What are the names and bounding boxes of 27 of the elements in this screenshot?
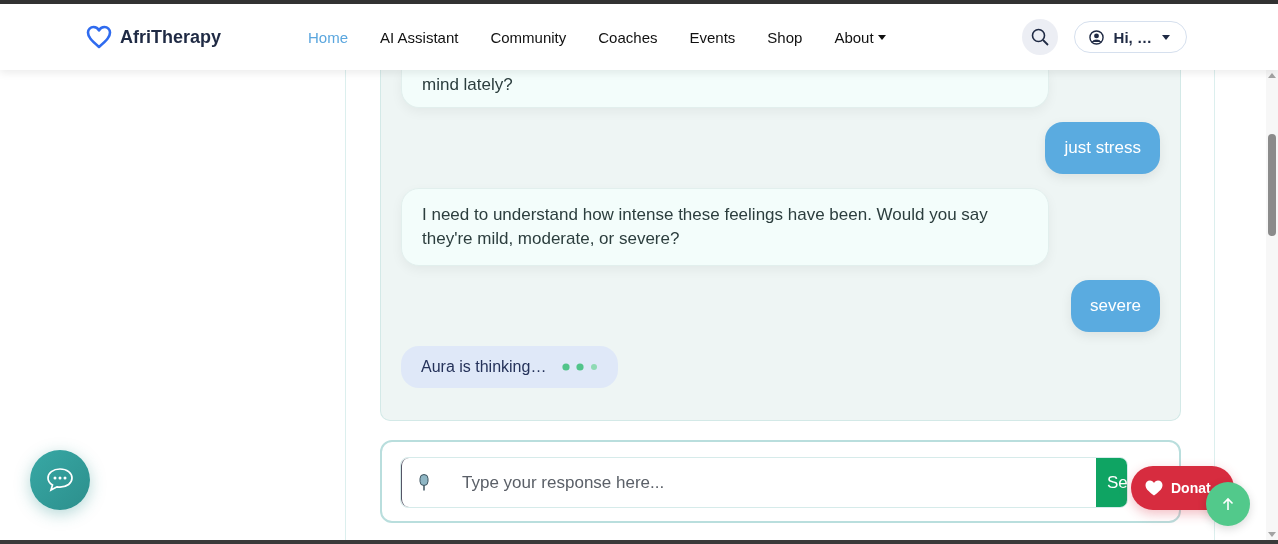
caret-icon [1161,34,1170,40]
heart-icon [1145,480,1163,496]
nav-link[interactable]: Events [689,28,736,46]
scroll-down-arrow-icon[interactable] [1268,532,1276,537]
chat-bubble-icon [46,467,74,493]
user-message: just stress [1045,122,1160,174]
nav-link[interactable]: Community [490,28,567,46]
search-button[interactable] [1021,19,1058,55]
nav-link[interactable]: Coaches [598,28,658,46]
user-icon [1088,29,1104,45]
scroll-up-arrow-icon[interactable] [1268,73,1276,78]
nav-link[interactable]: About [834,28,886,46]
typing-dots-icon [562,363,599,371]
assistant-message: mind lately? [401,70,1049,108]
search-icon [1030,28,1049,46]
typing-text: Aura is thinking… [421,358,547,376]
nav-link[interactable]: Shop [767,28,803,46]
caret-icon [877,34,886,40]
scrollbar-thumb[interactable] [1268,134,1276,236]
microphone-icon [418,474,430,491]
assistant-message: I need to understand how intense these feelings have been. Would you say they're mild, moderate, or severe? [401,188,1049,266]
heart-icon [86,25,112,49]
chat-button[interactable] [30,450,90,510]
arrow-up-icon [1222,497,1234,511]
user-message: severe [1070,280,1160,332]
nav-link[interactable]: AI Assistant [380,28,459,46]
brand-name[interactable]: AfriTherapy [120,26,222,48]
